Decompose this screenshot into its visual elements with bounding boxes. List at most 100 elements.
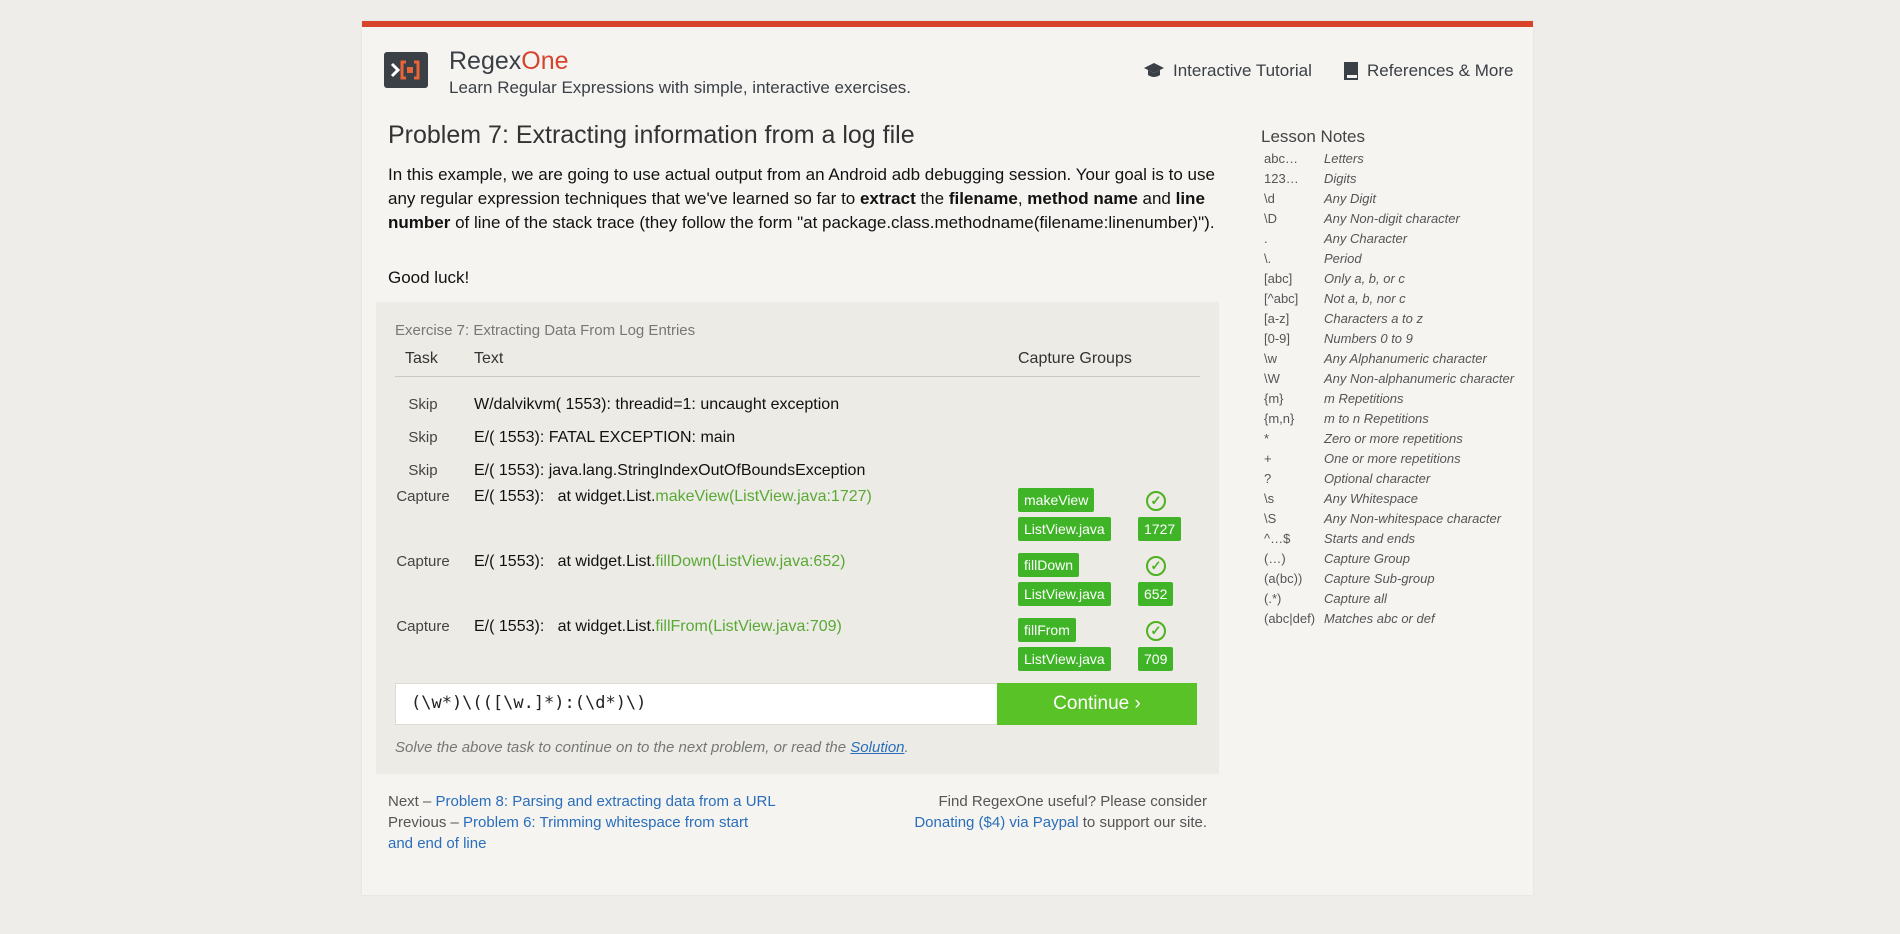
check-icon: ✓ xyxy=(1146,491,1166,511)
lesson-note-row: . Any Character xyxy=(1261,231,1514,251)
task-label: Skip xyxy=(408,462,438,479)
row-text: E/( 1553): java.lang.StringIndexOutOfBou… xyxy=(474,462,865,480)
note-symbol: . xyxy=(1264,231,1268,246)
capture-group-badge: ListView.java xyxy=(1018,517,1111,541)
note-symbol: + xyxy=(1264,451,1272,466)
row-text-match: fillDown(ListView.java:652) xyxy=(655,553,846,570)
hint-text: Solve the above task to continue on to t… xyxy=(395,739,909,756)
note-symbol: * xyxy=(1264,431,1270,446)
note-symbol: abc… xyxy=(1264,151,1298,166)
row-text: E/( 1553): at widget.List.makeView(ListV… xyxy=(474,488,872,506)
column-text: Text xyxy=(474,350,504,367)
note-symbol: {m} xyxy=(1264,391,1284,406)
page-title: Problem 7: Extracting information from a… xyxy=(388,121,915,149)
note-description: Any Non-whitespace character xyxy=(1324,511,1502,526)
row-text: W/dalvikvm( 1553): threadid=1: uncaught … xyxy=(474,396,839,414)
note-description: Capture all xyxy=(1324,591,1387,606)
note-description: Only a, b, or c xyxy=(1324,271,1405,286)
intro-bold: extract xyxy=(859,189,916,208)
lesson-note-row: (.*) Capture all xyxy=(1261,591,1514,611)
lesson-note-row: (abc|def) Matches abc or def xyxy=(1261,611,1514,631)
lesson-note-row: [abc] Only a, b, or c xyxy=(1261,271,1514,291)
note-symbol: \d xyxy=(1264,191,1275,206)
row-text-match: fillFrom(ListView.java:709) xyxy=(655,618,842,635)
capture-group-badge: ListView.java xyxy=(1018,582,1111,606)
next-problem: Next – Problem 8: Parsing and extracting… xyxy=(388,791,778,812)
note-symbol: [a-z] xyxy=(1264,311,1290,326)
nav-references[interactable]: References & More xyxy=(1343,61,1513,81)
row-text-prefix: E/( 1553): java.lang.StringIndexOutOfBou… xyxy=(474,462,866,479)
logo-icon[interactable] xyxy=(384,52,428,88)
note-description: Digits xyxy=(1324,171,1357,186)
note-description: Period xyxy=(1324,251,1362,266)
intro-paragraph: In this example, we are going to use act… xyxy=(388,163,1218,235)
note-symbol: 123… xyxy=(1264,171,1299,186)
note-description: Any Non-alphanumeric character xyxy=(1324,371,1515,386)
note-symbol: [0-9] xyxy=(1264,331,1291,346)
next-problem-link[interactable]: Problem 8: Parsing and extracting data f… xyxy=(436,793,776,810)
lesson-note-row: [a-z] Characters a to z xyxy=(1261,311,1514,331)
row-text-prefix: E/( 1553): at widget.List. xyxy=(474,553,656,570)
note-symbol: ? xyxy=(1264,471,1272,486)
note-description: Capture Group xyxy=(1324,551,1410,566)
lesson-note-row: (a(bc)) Capture Sub-group xyxy=(1261,571,1514,591)
brand-prefix: Regex xyxy=(449,47,522,75)
row-text-match: makeView(ListView.java:1727) xyxy=(655,488,872,505)
note-description: m to n Repetitions xyxy=(1324,411,1429,426)
task-label: Skip xyxy=(408,396,438,413)
intro-bold: filename xyxy=(948,189,1018,208)
lesson-note-row: + One or more repetitions xyxy=(1261,451,1514,471)
note-description: Any Alphanumeric character xyxy=(1324,351,1487,366)
regex-input-wrapper xyxy=(395,683,998,725)
intro-bold: method name xyxy=(1027,189,1138,208)
previous-prefix: Previous – xyxy=(388,814,464,831)
nav-interactive-tutorial[interactable]: Interactive Tutorial xyxy=(1143,61,1312,81)
lesson-note-row: {m} m Repetitions xyxy=(1261,391,1514,411)
lesson-note-row: \. Period xyxy=(1261,251,1514,271)
note-description: Matches abc or def xyxy=(1324,611,1435,626)
previous-problem: Previous – Problem 6: Trimming whitespac… xyxy=(388,812,758,854)
task-label: Capture xyxy=(396,488,450,505)
check-icon: ✓ xyxy=(1146,621,1166,641)
exercise-panel: Exercise 7: Extracting Data From Log Ent… xyxy=(376,302,1219,774)
note-symbol: \w xyxy=(1264,351,1277,366)
note-description: Capture Sub-group xyxy=(1324,571,1435,586)
lesson-notes: Lesson Notes abc… Letters 123… Digits \d Any … xyxy=(1261,127,1514,631)
capture-group-badge: ListView.java xyxy=(1018,647,1111,671)
brand-name[interactable]: RegexOne xyxy=(449,47,569,76)
note-symbol: \W xyxy=(1264,371,1280,386)
lesson-notes-title: Lesson Notes xyxy=(1261,127,1365,146)
lesson-note-row: \s Any Whitespace xyxy=(1261,491,1514,511)
lesson-note-row: {m,n} m to n Repetitions xyxy=(1261,411,1514,431)
task-label: Capture xyxy=(396,553,450,570)
lesson-note-row: [^abc] Not a, b, nor c xyxy=(1261,291,1514,311)
note-description: Any Digit xyxy=(1324,191,1377,206)
donate-suffix: to support our site. xyxy=(1078,814,1207,831)
note-symbol: (abc|def) xyxy=(1264,611,1316,626)
note-symbol: [abc] xyxy=(1264,271,1293,286)
note-description: Characters a to z xyxy=(1324,311,1423,326)
note-symbol: (.*) xyxy=(1264,591,1282,606)
next-prefix: Next – xyxy=(388,793,436,810)
lesson-note-row: ^…$ Starts and ends xyxy=(1261,531,1514,551)
note-symbol: \D xyxy=(1264,211,1277,226)
note-description: Starts and ends xyxy=(1324,531,1416,546)
lesson-note-row: [0-9] Numbers 0 to 9 xyxy=(1261,331,1514,351)
note-description: Optional character xyxy=(1324,471,1431,486)
continue-button[interactable]: Continue › xyxy=(997,683,1197,725)
hint-prefix: Solve the above task to continue on to t… xyxy=(395,739,851,756)
donate-link[interactable]: Donating ($4) via Paypal xyxy=(914,814,1078,831)
brand-suffix: One xyxy=(521,47,569,75)
row-text: E/( 1553): FATAL EXCEPTION: main xyxy=(474,429,735,447)
row-text-prefix: E/( 1553): at widget.List. xyxy=(474,618,656,635)
lesson-note-row: \W Any Non-alphanumeric character xyxy=(1261,371,1514,391)
solution-link[interactable]: Solution xyxy=(850,739,904,756)
note-symbol: (…) xyxy=(1264,551,1286,566)
column-task: Task xyxy=(405,350,438,367)
nav-label: References & More xyxy=(1367,61,1514,80)
regex-input[interactable] xyxy=(396,684,991,722)
task-label: Capture xyxy=(396,618,450,635)
capture-group-badge: 709 xyxy=(1138,647,1174,671)
intro-text: and xyxy=(1137,189,1176,208)
lesson-note-row: \S Any Non-whitespace character xyxy=(1261,511,1514,531)
